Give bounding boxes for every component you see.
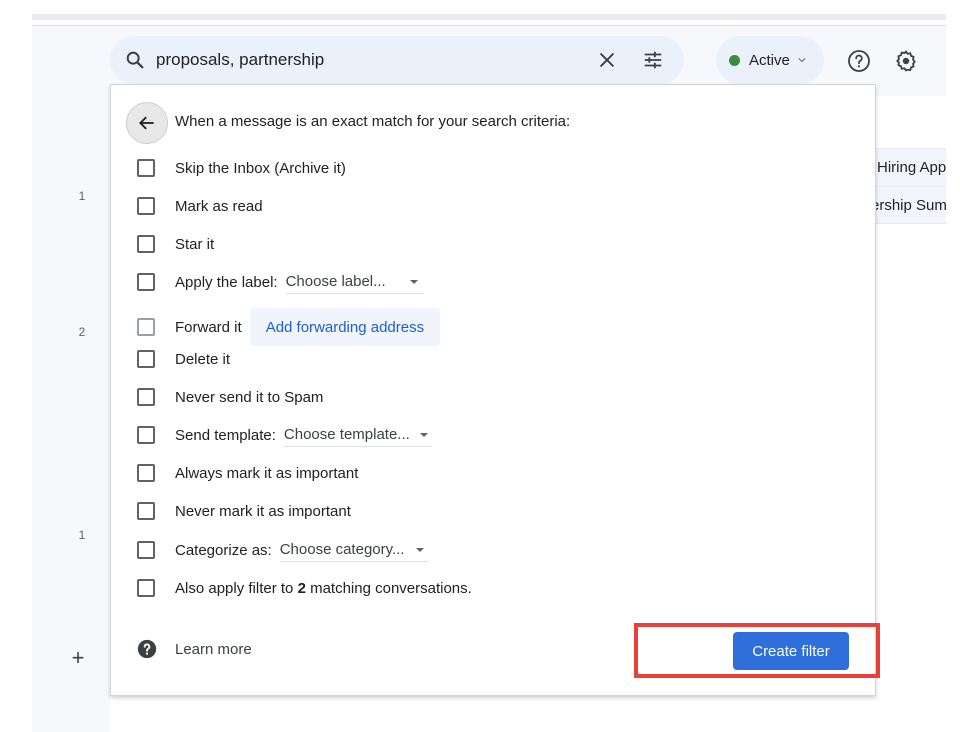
option-label: Forward it <box>175 318 242 336</box>
mail-row[interactable]: Hiring App <box>875 148 946 186</box>
option-delete: Delete it <box>137 347 230 371</box>
option-label: Always mark it as important <box>175 464 359 482</box>
search-bar <box>110 36 684 84</box>
option-star: Star it <box>137 232 214 256</box>
option-label: Mark as read <box>175 197 263 215</box>
option-label: Never mark it as important <box>175 502 351 520</box>
category-select[interactable]: Choose category... <box>279 538 428 562</box>
option-forward: Forward it Add forwarding address <box>137 308 441 346</box>
always-important-checkbox[interactable] <box>137 464 155 482</box>
delete-checkbox[interactable] <box>137 350 155 368</box>
option-never-important: Never mark it as important <box>137 499 351 523</box>
option-label: Apply the label: <box>175 273 278 291</box>
dropdown-arrow-icon <box>409 279 418 284</box>
status-dot-icon <box>729 54 740 66</box>
apply-label-checkbox[interactable] <box>137 273 155 291</box>
send-template-checkbox[interactable] <box>137 426 155 444</box>
categorize-checkbox[interactable] <box>137 541 155 559</box>
status-dropdown[interactable]: Active <box>716 36 824 84</box>
never-important-checkbox[interactable] <box>137 502 155 520</box>
left-rail: 1 2 1 <box>32 96 110 732</box>
apply-existing-checkbox[interactable] <box>137 579 155 597</box>
label-post: matching conversations. <box>305 579 472 597</box>
option-send-template: Send template: Choose template... <box>137 423 432 447</box>
chevron-down-icon <box>798 58 806 63</box>
option-mark-read: Mark as read <box>137 194 263 218</box>
status-label: Active <box>749 51 790 69</box>
option-label: Delete it <box>175 350 231 368</box>
option-categorize: Categorize as: Choose category... <box>137 538 428 562</box>
option-never-spam: Never send it to Spam <box>137 385 323 409</box>
learn-more-link[interactable]: Learn more <box>137 639 252 659</box>
option-label: Send template: <box>175 426 276 444</box>
skip-inbox-checkbox[interactable] <box>137 159 155 177</box>
search-input[interactable] <box>156 36 576 84</box>
create-filter-panel: When a message is an exact match for you… <box>110 84 876 696</box>
option-label: Never send it to Spam <box>175 388 324 406</box>
label-select[interactable]: Choose label... <box>285 270 424 294</box>
background-mail-list: Hiring App ership Sum <box>875 148 946 230</box>
option-always-important: Always mark it as important <box>137 461 358 485</box>
close-icon[interactable] <box>596 49 618 71</box>
option-label: Categorize as: <box>175 541 272 559</box>
select-value: Choose label... <box>285 273 386 290</box>
star-checkbox[interactable] <box>137 235 155 253</box>
mail-row[interactable]: ership Sum <box>875 186 946 224</box>
option-apply-label: Apply the label: Choose label... <box>137 270 424 294</box>
panel-heading: When a message is an exact match for you… <box>175 113 571 130</box>
option-apply-existing: Also apply filter to 2 matching conversa… <box>137 576 472 600</box>
top-strip <box>32 14 946 20</box>
select-value: Choose category... <box>279 541 405 558</box>
help-icon[interactable] <box>847 49 871 73</box>
option-label: Also apply filter to 2 matching conversa… <box>175 580 472 597</box>
gear-icon[interactable] <box>894 49 918 73</box>
learn-more-label: Learn more <box>175 640 252 658</box>
add-forwarding-address-button[interactable]: Add forwarding address <box>249 308 441 346</box>
select-value: Choose template... <box>283 426 410 443</box>
forward-checkbox[interactable] <box>137 318 155 336</box>
dropdown-arrow-icon <box>415 547 424 552</box>
back-button[interactable] <box>126 102 168 144</box>
search-icon[interactable] <box>124 49 146 71</box>
matching-count: 2 <box>297 579 306 597</box>
gmail-page: 1 2 1 + Active <box>0 0 960 732</box>
never-spam-checkbox[interactable] <box>137 388 155 406</box>
option-label: Skip the Inbox (Archive it) <box>175 159 346 177</box>
plus-icon[interactable]: + <box>68 647 88 669</box>
dropdown-arrow-icon <box>419 432 428 437</box>
mark-read-checkbox[interactable] <box>137 197 155 215</box>
create-filter-button[interactable]: Create filter <box>733 632 849 670</box>
label-pre: Also apply filter to <box>175 579 298 597</box>
option-label: Star it <box>175 235 215 253</box>
arrow-back-icon <box>139 116 154 130</box>
tune-icon[interactable] <box>642 49 664 71</box>
option-skip-inbox: Skip the Inbox (Archive it) <box>137 156 346 180</box>
help-filled-icon <box>137 639 157 659</box>
template-select[interactable]: Choose template... <box>283 423 432 447</box>
